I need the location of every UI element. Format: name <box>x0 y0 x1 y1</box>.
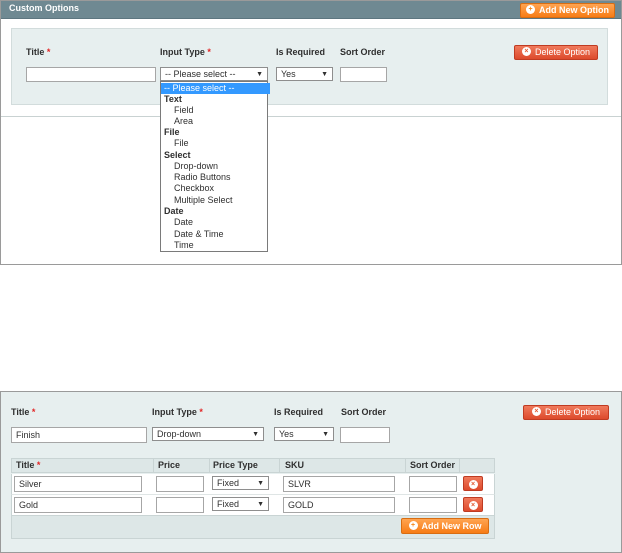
dropdown-option-time[interactable]: Time <box>161 240 280 251</box>
row-sku-input[interactable]: SLVR <box>283 476 395 492</box>
dropdown-group-date: Date <box>164 206 184 216</box>
dropdown-option-date[interactable]: Date <box>161 217 280 228</box>
add-new-row-button[interactable]: + Add New Row <box>401 518 489 534</box>
col-header-title: Title * <box>16 460 41 470</box>
title-input[interactable]: Finish <box>11 427 147 443</box>
x-circle-icon: × <box>521 47 531 57</box>
dropdown-option-multiple-select[interactable]: Multiple Select <box>161 195 280 206</box>
col-header-price: Price <box>158 460 181 470</box>
input-type-label: Input Type * <box>160 47 211 57</box>
input-type-label: Input Type * <box>152 407 203 417</box>
x-circle-icon: × <box>468 480 478 490</box>
dropdown-option-checkbox[interactable]: Checkbox <box>161 183 280 194</box>
dropdown-option-date-time[interactable]: Date & Time <box>161 229 280 240</box>
dropdown-option-please-select[interactable]: -- Please select -- <box>161 83 270 94</box>
x-circle-icon: × <box>531 407 541 417</box>
row-sku-input[interactable]: GOLD <box>283 497 395 513</box>
dropdown-group-file: File <box>164 127 180 137</box>
title-label: Title * <box>26 47 51 57</box>
triangle-down-icon: ▼ <box>321 71 328 78</box>
values-grid-header: Title * Price Price Type SKU Sort Order <box>11 458 495 473</box>
triangle-down-icon: ▼ <box>257 501 264 508</box>
triangle-down-icon: ▼ <box>257 480 264 487</box>
is-required-label: Is Required <box>276 47 326 57</box>
panel-title: Custom Options <box>9 3 79 13</box>
plus-circle-icon: + <box>526 5 535 15</box>
row-sort-order-input[interactable] <box>409 476 457 492</box>
row-title-input[interactable]: Gold <box>14 497 142 513</box>
triangle-down-icon: ▼ <box>252 431 259 438</box>
dropdown-option-field[interactable]: Field <box>161 105 280 116</box>
col-header-price-type: Price Type <box>213 460 258 470</box>
input-type-dropdown-list[interactable]: -- Please select -- Text Field Area File… <box>160 81 270 252</box>
delete-row-button[interactable]: × <box>463 476 483 491</box>
triangle-down-icon: ▼ <box>322 431 329 438</box>
dropdown-group-select: Select <box>164 150 191 160</box>
is-required-select[interactable]: Yes ▼ <box>274 427 334 441</box>
col-header-sort-order: Sort Order <box>410 460 456 470</box>
sort-order-input[interactable] <box>340 67 387 82</box>
add-new-option-button[interactable]: + Add New Option <box>520 3 615 18</box>
row-price-input[interactable] <box>156 497 204 513</box>
dropdown-option-file[interactable]: File <box>161 138 280 149</box>
col-header-sku: SKU <box>285 460 305 470</box>
dropdown-option-area[interactable]: Area <box>161 116 280 127</box>
row-price-input[interactable] <box>156 476 204 492</box>
is-required-select[interactable]: Yes ▼ <box>276 67 333 81</box>
row-title-input[interactable]: Silver <box>14 476 142 492</box>
input-type-select[interactable]: -- Please select -- ▼ <box>160 67 268 81</box>
dropdown-option-drop-down[interactable]: Drop-down <box>161 161 280 172</box>
delete-row-button[interactable]: × <box>463 497 483 512</box>
dropdown-group-text: Text <box>164 94 182 104</box>
is-required-label: Is Required <box>274 407 324 417</box>
delete-option-button[interactable]: × Delete Option <box>514 45 598 60</box>
input-type-select[interactable]: Drop-down ▼ <box>152 427 264 441</box>
panel-body <box>1 116 621 264</box>
title-label: Title * <box>11 407 36 417</box>
row-price-type-select[interactable]: Fixed ▼ <box>212 476 269 490</box>
row-sort-order-input[interactable] <box>409 497 457 513</box>
sort-order-label: Sort Order <box>340 47 386 57</box>
delete-option-button[interactable]: × Delete Option <box>523 405 609 420</box>
row-price-type-select[interactable]: Fixed ▼ <box>212 497 269 511</box>
dropdown-option-radio-buttons[interactable]: Radio Buttons <box>161 172 280 183</box>
sort-order-input[interactable] <box>340 427 390 443</box>
triangle-down-icon: ▼ <box>256 71 263 78</box>
x-circle-icon: × <box>468 501 478 511</box>
sort-order-label: Sort Order <box>341 407 387 417</box>
plus-circle-icon: + <box>408 521 418 531</box>
title-input[interactable] <box>26 67 156 82</box>
